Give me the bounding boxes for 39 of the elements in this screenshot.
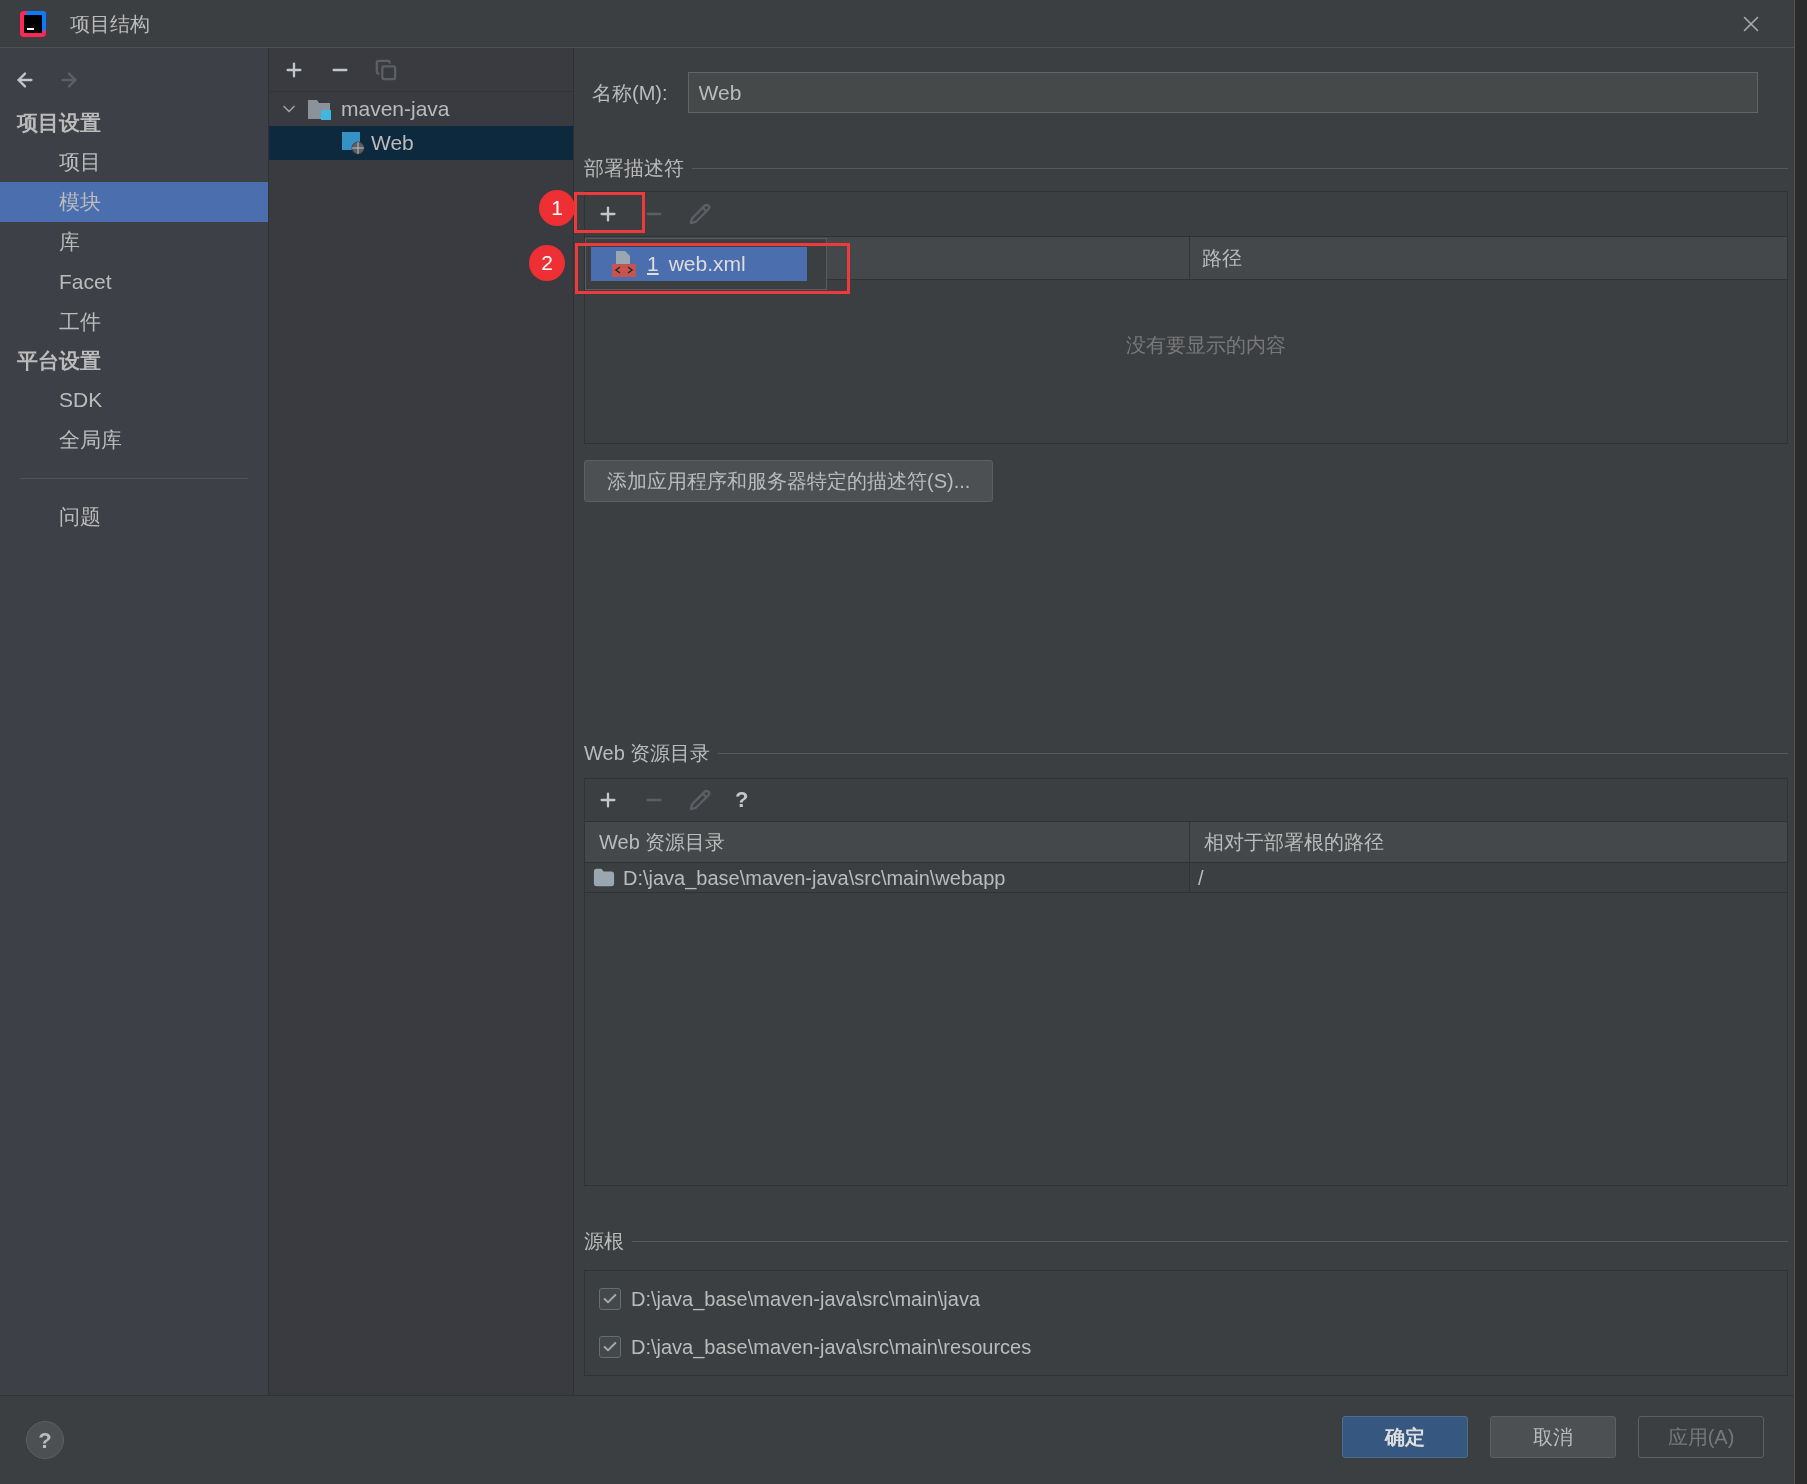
checkbox[interactable] bbox=[599, 1288, 621, 1310]
add-descriptor-button[interactable]: 添加应用程序和服务器特定的描述符(S)... bbox=[584, 460, 994, 502]
tree-item[interactable]: maven-java bbox=[269, 92, 573, 126]
tree-item[interactable]: Web bbox=[269, 126, 573, 160]
nav-item[interactable]: 全局库 bbox=[0, 420, 268, 460]
help-icon[interactable]: ? bbox=[735, 789, 749, 811]
dialog-button[interactable]: 取消 bbox=[1490, 1416, 1616, 1458]
section-title: Web 资源目录 bbox=[584, 741, 711, 766]
name-field[interactable]: Web bbox=[687, 72, 1758, 113]
dialog-button[interactable]: 确定 bbox=[1342, 1416, 1468, 1458]
nav-item[interactable]: 库 bbox=[0, 222, 268, 262]
column-header: 相对于部署根的路径 bbox=[1203, 830, 1385, 855]
folder-icon bbox=[593, 866, 615, 889]
window-title: 项目结构 bbox=[70, 11, 150, 37]
web-facet-icon bbox=[341, 131, 365, 155]
field-label: 名称(M): bbox=[592, 80, 668, 106]
nav-item[interactable]: 工件 bbox=[0, 302, 268, 342]
section-title: 部署描述符 bbox=[584, 156, 684, 181]
xml-file-icon bbox=[611, 250, 637, 278]
annotation-frame bbox=[574, 192, 645, 233]
nav-item[interactable]: Facet bbox=[0, 262, 268, 302]
popup-item[interactable]: 1 web.xml bbox=[591, 247, 807, 281]
section-heading: 项目设置 bbox=[15, 110, 102, 137]
table-cell: D:\java_base\maven-java\src\main\webapp bbox=[585, 863, 1190, 892]
app-logo-icon bbox=[18, 8, 48, 39]
table-cell-text: / bbox=[1197, 865, 1205, 891]
help-button[interactable]: ? bbox=[26, 1421, 64, 1459]
nav-item[interactable]: SDK bbox=[0, 380, 268, 420]
source-root-path: D:\java_base\maven-java\src\main\resources bbox=[631, 1335, 1032, 1361]
module-folder-icon bbox=[307, 97, 333, 121]
checkbox[interactable] bbox=[599, 1336, 621, 1358]
nav-item[interactable]: 项目 bbox=[0, 142, 268, 182]
source-root-path: D:\java_base\maven-java\src\main\java bbox=[631, 1287, 981, 1313]
column-header: Web 资源目录 bbox=[585, 822, 1190, 862]
empty-table-text: 没有要显示的内容 bbox=[1126, 333, 1286, 358]
section-title: 源根 bbox=[584, 1229, 624, 1254]
section-heading: 平台设置 bbox=[16, 348, 102, 375]
nav-item[interactable]: 问题 bbox=[0, 497, 268, 537]
column-header: 路径 bbox=[1201, 246, 1243, 271]
